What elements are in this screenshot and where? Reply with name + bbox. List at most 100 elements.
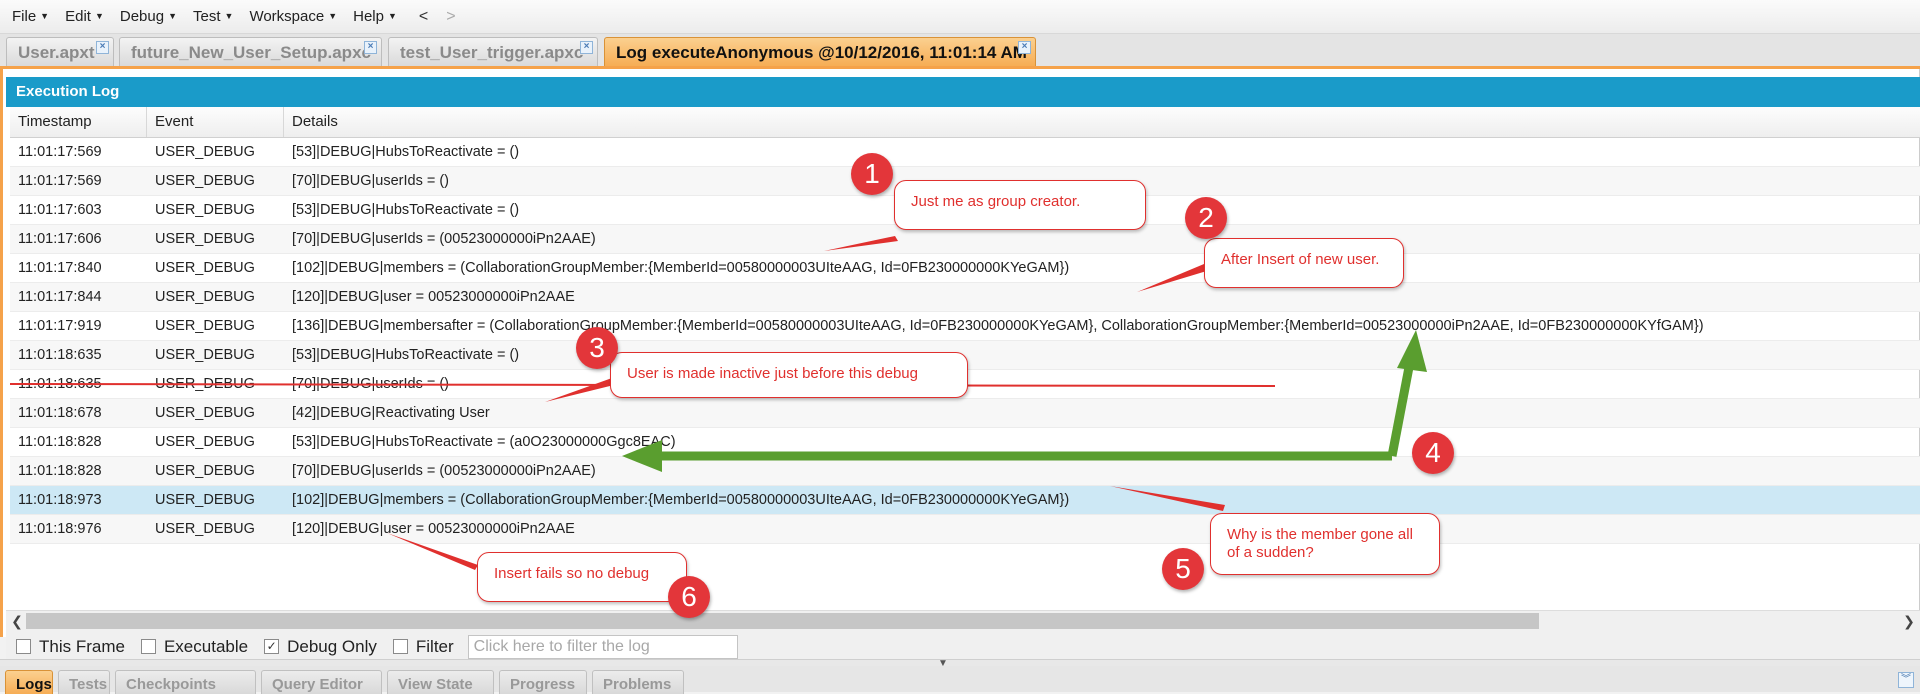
this-frame-checkbox[interactable]: This Frame — [16, 637, 125, 657]
menu-debug[interactable]: Debug ▼ — [120, 8, 177, 25]
menu-workspace[interactable]: Workspace ▼ — [249, 8, 337, 25]
timestamp-cell: 11:01:18:973 — [18, 492, 102, 508]
checkbox-box[interactable] — [392, 639, 408, 654]
tab-query-editor[interactable]: Query Editor — [261, 670, 382, 694]
tab-label: Log executeAnonymous @10/12/2016, 11:01:… — [616, 43, 1027, 62]
table-header: Timestamp Event Details — [10, 107, 1920, 138]
table-row[interactable]: 11:01:18:976 USER_DEBUG [120]|DEBUG|user =… — [10, 515, 1920, 544]
checkmark-icon[interactable]: ✓ — [264, 639, 280, 654]
scroll-left-icon[interactable]: ❮ — [8, 611, 26, 631]
details-cell: [70]|DEBUG|userIds = (00523000000iPn2AAE… — [292, 463, 596, 479]
tab-checkpoints[interactable]: Checkpoints — [115, 670, 256, 694]
timestamp-cell: 11:01:17:569 — [18, 144, 102, 160]
tab-test-user-trigger[interactable]: test_User_trigger.apxc × — [388, 37, 598, 66]
menu-debug-label: Debug — [119, 8, 165, 25]
menu-file-label: File — [12, 8, 37, 25]
timestamp-cell: 11:01:18:828 — [18, 434, 102, 450]
back-arrow-icon[interactable]: < — [419, 8, 428, 26]
details-cell: [70]|DEBUG|userIds = () — [292, 173, 450, 189]
debug-only-checkbox[interactable]: ✓ Debug Only — [264, 637, 377, 657]
event-cell: USER_DEBUG — [155, 434, 255, 450]
editor-tab-bar: User.apxt × future_New_User_Setup.apxc ×… — [0, 34, 1920, 69]
details-cell: [53]|DEBUG|HubsToReactivate = (a0O230000… — [292, 434, 676, 450]
menu-help-label: Help — [353, 8, 384, 25]
timestamp-cell: 11:01:18:828 — [18, 463, 102, 479]
tab-view-state[interactable]: View State — [387, 670, 494, 694]
table-row[interactable]: 11:01:17:603 USER_DEBUG [53]|DEBUG|HubsToR… — [10, 196, 1920, 225]
column-header-details[interactable]: Details — [284, 107, 1920, 137]
event-cell: USER_DEBUG — [155, 492, 255, 508]
close-icon[interactable]: × — [1018, 41, 1031, 54]
table-row[interactable]: 11:01:17:840 USER_DEBUG [102]|DEBUG|member… — [10, 254, 1920, 283]
scroll-right-icon[interactable]: ❯ — [1900, 611, 1918, 631]
table-row[interactable]: 11:01:17:844 USER_DEBUG [120]|DEBUG|user =… — [10, 283, 1920, 312]
tab-tests[interactable]: Tests — [58, 670, 110, 694]
checkbox-box[interactable] — [140, 639, 156, 654]
event-cell: USER_DEBUG — [155, 347, 255, 363]
menu-test[interactable]: Test ▼ — [193, 8, 233, 25]
details-cell: [70]|DEBUG|userIds = () — [292, 376, 450, 392]
details-cell: [53]|DEBUG|HubsToReactivate = () — [292, 347, 520, 363]
chevron-down-icon: ▼ — [328, 11, 338, 21]
chevron-down-icon: ▼ — [94, 11, 104, 21]
table-row[interactable]: 11:01:18:678 USER_DEBUG [42]|DEBUG|Reactiv… — [10, 399, 1920, 428]
close-icon[interactable]: × — [96, 41, 109, 54]
details-cell: [102]|DEBUG|members = (CollaborationGrou… — [292, 492, 1070, 508]
table-row[interactable]: 11:01:17:606 USER_DEBUG [70]|DEBUG|userIds… — [10, 225, 1920, 254]
collapse-panel-icon[interactable]: ︾ — [1898, 672, 1914, 688]
filter-label: Filter — [415, 636, 454, 656]
event-cell: USER_DEBUG — [155, 318, 255, 334]
checkbox-box[interactable] — [16, 639, 31, 654]
tab-label: User.apxt — [18, 43, 95, 62]
tab-problems[interactable]: Problems — [592, 670, 684, 694]
menu-edit-label: Edit — [65, 8, 91, 25]
timestamp-cell: 11:01:17:569 — [18, 173, 102, 189]
tab-logs[interactable]: Logs — [5, 670, 53, 694]
log-table-body: 11:01:17:569 USER_DEBUG [53]|DEBUG|HubsToR… — [10, 138, 1920, 544]
menu-bar: File ▼ Edit ▼ Debug ▼ Test ▼ Workspace ▼ Help… — [0, 0, 1920, 34]
tab-user-apxt[interactable]: User.apxt × — [6, 37, 114, 66]
menu-test-label: Test — [193, 8, 221, 25]
table-row[interactable]: 11:01:18:828 USER_DEBUG [53]|DEBUG|HubsToR… — [10, 428, 1920, 457]
table-row[interactable]: 11:01:18:828 USER_DEBUG [70]|DEBUG|userIds… — [10, 457, 1920, 486]
table-row[interactable]: 11:01:17:569 USER_DEBUG [70]|DEBUG|userIds… — [10, 167, 1920, 196]
tab-execute-anonymous-log[interactable]: Log executeAnonymous @10/12/2016, 11:01:… — [604, 37, 1036, 66]
table-row[interactable]: 11:01:17:569 USER_DEBUG [53]|DEBUG|HubsToR… — [10, 138, 1920, 167]
filter-bar: This Frame Executable ✓ Debug Only Filter — [6, 631, 1920, 662]
menu-workspace-label: Workspace — [249, 8, 325, 25]
column-header-timestamp[interactable]: Timestamp — [10, 107, 147, 137]
event-cell: USER_DEBUG — [155, 289, 255, 305]
close-icon[interactable]: × — [580, 41, 593, 54]
close-icon[interactable]: × — [364, 41, 377, 54]
filter-checkbox[interactable]: Filter — [392, 636, 454, 657]
log-filter-input[interactable] — [467, 634, 738, 659]
timestamp-cell: 11:01:17:606 — [18, 231, 102, 247]
executable-checkbox[interactable]: Executable — [140, 637, 248, 657]
timestamp-cell: 11:01:17:919 — [18, 318, 102, 334]
details-cell: [53]|DEBUG|HubsToReactivate = () — [292, 144, 520, 160]
table-row[interactable]: 11:01:18:635 USER_DEBUG [53]|DEBUG|HubsToR… — [10, 341, 1920, 370]
panel-splitter[interactable]: ▼ — [0, 658, 1920, 669]
forward-arrow-icon[interactable]: > — [446, 8, 455, 26]
table-row[interactable]: 11:01:18:635 USER_DEBUG [70]|DEBUG|userIds… — [10, 370, 1920, 399]
tab-label: test_User_trigger.apxc — [400, 43, 584, 62]
event-cell: USER_DEBUG — [155, 231, 255, 247]
scrollbar-thumb[interactable] — [26, 613, 1539, 629]
execution-log-panel: Execution Log Timestamp Event Details 11… — [0, 69, 1920, 662]
details-cell: [136]|DEBUG|membersafter = (Collaboratio… — [292, 318, 1704, 334]
timestamp-cell: 11:01:17:844 — [18, 289, 102, 305]
horizontal-scrollbar[interactable]: ❮ ❯ — [6, 610, 1920, 631]
tab-future-new-user-setup[interactable]: future_New_User_Setup.apxc × — [119, 37, 382, 66]
timestamp-cell: 11:01:17:603 — [18, 202, 102, 218]
table-row[interactable]: 11:01:17:919 USER_DEBUG [136]|DEBUG|member… — [10, 312, 1920, 341]
column-header-event[interactable]: Event — [147, 107, 284, 137]
menu-edit[interactable]: Edit ▼ — [65, 8, 104, 25]
tab-progress[interactable]: Progress — [499, 670, 587, 694]
timestamp-cell: 11:01:18:678 — [18, 405, 102, 421]
menu-help[interactable]: Help ▼ — [353, 8, 397, 25]
table-row[interactable]: 11:01:18:973 USER_DEBUG [102]|DEBUG|member… — [10, 486, 1920, 515]
menu-file[interactable]: File ▼ — [12, 8, 49, 25]
timestamp-cell: 11:01:18:635 — [18, 347, 102, 363]
event-cell: USER_DEBUG — [155, 376, 255, 392]
details-cell: [53]|DEBUG|HubsToReactivate = () — [292, 202, 520, 218]
